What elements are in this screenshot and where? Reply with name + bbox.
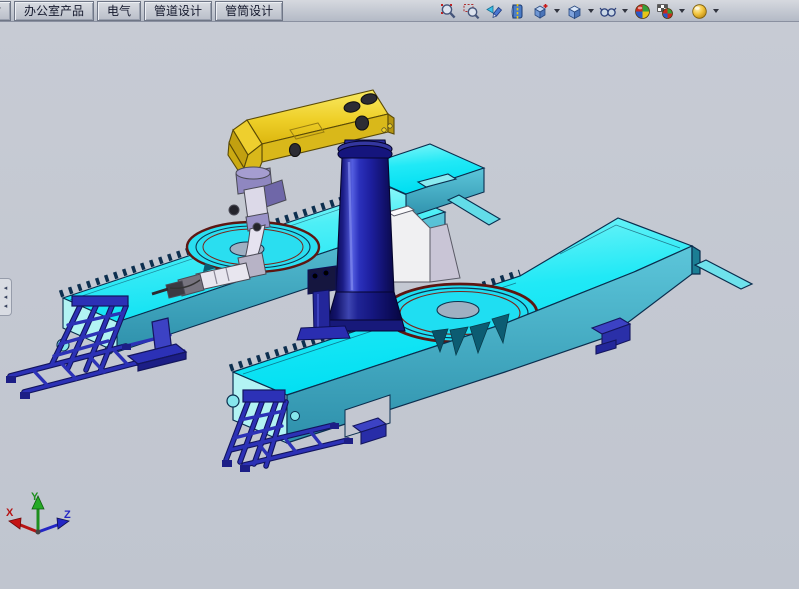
heads-up-view-toolbar — [438, 0, 720, 22]
command-tabs: 评估 办公室产品 电气 管道设计 管筒设计 — [0, 0, 283, 22]
view-settings-dropdown[interactable] — [713, 9, 719, 13]
tab-piping-design[interactable]: 管道设计 — [144, 1, 212, 21]
cad-application-window: { "command_tabs": { "partial": "评估", "it… — [0, 0, 799, 589]
section-view-icon[interactable] — [507, 1, 527, 21]
model-scene[interactable]: Y X Z — [0, 22, 799, 589]
flyout-arrow-icon: ◂ — [4, 284, 8, 293]
flyout-arrow-icon: ◂ — [4, 293, 8, 302]
zoom-to-area-icon[interactable] — [461, 1, 481, 21]
view-orientation-dropdown[interactable] — [554, 9, 560, 13]
triad-z-label: Z — [64, 509, 71, 521]
tab-evaluate-partial[interactable]: 评估 — [0, 1, 11, 21]
view-orientation-icon[interactable] — [530, 1, 550, 21]
view-settings-icon[interactable] — [689, 1, 709, 21]
display-style-icon[interactable] — [564, 1, 584, 21]
previous-view-icon[interactable] — [484, 1, 504, 21]
triad-x-label: X — [6, 507, 14, 519]
flyout-arrow-icon: ◂ — [4, 302, 8, 311]
zoom-to-fit-icon[interactable] — [438, 1, 458, 21]
apply-scene-icon[interactable] — [655, 1, 675, 21]
display-style-dropdown[interactable] — [588, 9, 594, 13]
hide-show-items-icon[interactable] — [598, 1, 618, 21]
tab-electrical[interactable]: 电气 — [97, 1, 141, 21]
edit-appearance-icon[interactable] — [632, 1, 652, 21]
graphics-viewport[interactable]: Y X Z ◂ ◂ ◂ — [0, 22, 799, 589]
triad-y-label: Y — [31, 491, 39, 503]
feature-tree-flyout-handle[interactable]: ◂ ◂ ◂ — [0, 278, 12, 316]
hide-show-items-dropdown[interactable] — [622, 9, 628, 13]
tab-tubing-design[interactable]: 管筒设计 — [215, 1, 283, 21]
command-manager-toolbar: 评估 办公室产品 电气 管道设计 管筒设计 — [0, 0, 799, 22]
apply-scene-dropdown[interactable] — [679, 9, 685, 13]
tab-office-products[interactable]: 办公室产品 — [14, 1, 94, 21]
